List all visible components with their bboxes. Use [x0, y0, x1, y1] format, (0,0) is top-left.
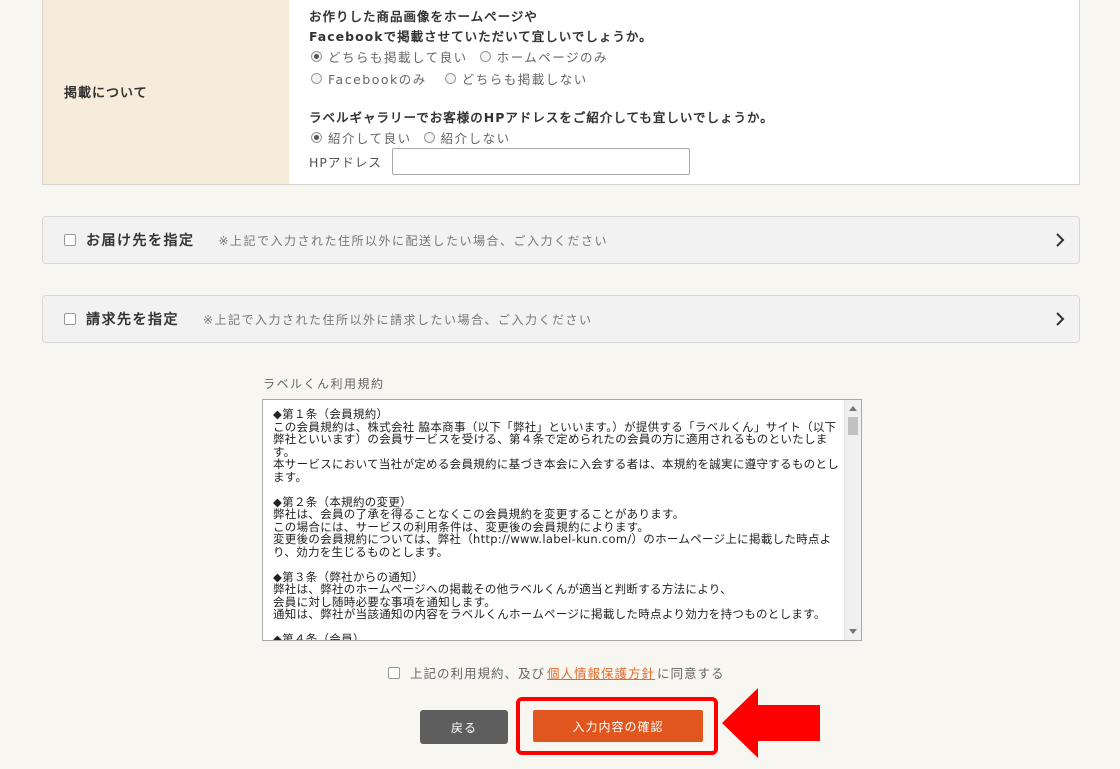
radio-facebook-only[interactable]	[311, 73, 322, 84]
hp-address-row: HPアドレス	[309, 148, 690, 175]
question-1-options-row-2: Facebookのみ どちらも掲載しない	[311, 69, 600, 88]
radio-introduce-no[interactable]	[423, 132, 435, 143]
billing-accordion[interactable]: 請求先を指定 ※上記で入力された住所以外に請求したい場合、ご入力ください	[42, 295, 1080, 343]
terms-article-1-text-1: この会員規約は、株式会社 脇本商事（以下「弊社」といいます。）が提供する「ラベル…	[273, 419, 837, 459]
question-2-options: 紹介して良い 紹介しない	[311, 128, 523, 147]
hp-address-label: HPアドレス	[309, 155, 382, 170]
radio-homepage-only[interactable]	[479, 51, 491, 62]
radio-both-no[interactable]	[444, 73, 456, 84]
privacy-policy-link[interactable]: 個人情報保護方針	[547, 663, 655, 682]
terms-article-4-heading: ◆第４条（会員）	[273, 632, 365, 641]
terms-article-1-text-2: 本サービスにおいて当社が定める会員規約に基づき本会に入会する者は、本規約を誠実に…	[273, 457, 840, 484]
option-introduce-ok[interactable]: 紹介して良い	[311, 128, 412, 147]
terms-scrollbar[interactable]	[844, 400, 861, 640]
option-facebook-only-label: Facebookのみ	[328, 72, 427, 87]
delivery-note: ※上記で入力された住所以外に配送したい場合、ご入力ください	[218, 233, 609, 248]
option-both-no[interactable]: どちらも掲載しない	[444, 69, 588, 88]
delivery-checkbox[interactable]	[64, 234, 76, 246]
option-homepage-only-label: ホームページのみ	[496, 50, 609, 65]
question-1-line-2: Facebookで掲載させていただいて宜しいでしょうか。	[309, 29, 653, 44]
terms-textarea[interactable]: ◆第１条（会員規約） この会員規約は、株式会社 脇本商事（以下「弊社」といいます…	[262, 399, 862, 641]
agree-text-before: 上記の利用規約、及び	[410, 666, 546, 681]
scroll-down-icon[interactable]	[849, 629, 857, 634]
terms-label: ラベルくん利用規約	[263, 377, 385, 391]
scroll-thumb[interactable]	[848, 417, 858, 435]
posting-content: お作りした商品画像をホームページや Facebookで掲載させていただいて宜しい…	[309, 0, 1079, 184]
chevron-right-icon[interactable]	[1055, 232, 1065, 248]
option-facebook-only[interactable]: Facebookのみ	[311, 69, 427, 88]
confirm-button[interactable]: 入力内容の確認	[533, 710, 703, 742]
delivery-accordion[interactable]: お届け先を指定 ※上記で入力された住所以外に配送したい場合、ご入力ください	[42, 216, 1080, 264]
radio-introduce-ok[interactable]	[311, 132, 322, 143]
radio-both-ok[interactable]	[311, 51, 322, 62]
question-2: ラベルギャラリーでお客様のHPアドレスをご紹介しても宜しいでしょうか。	[309, 110, 774, 125]
option-introduce-ok-label: 紹介して良い	[328, 131, 412, 146]
red-arrow-icon	[722, 688, 820, 758]
option-homepage-only[interactable]: ホームページのみ	[479, 47, 609, 66]
billing-title: 請求先を指定	[86, 312, 179, 328]
option-introduce-no-label: 紹介しない	[440, 131, 511, 146]
terms-text: ◆第１条（会員規約） この会員規約は、株式会社 脇本商事（以下「弊社」といいます…	[273, 408, 841, 641]
question-1-options-row-1: どちらも掲載して良い ホームページのみ	[311, 47, 620, 66]
option-introduce-no[interactable]: 紹介しない	[423, 128, 511, 147]
agree-row: 上記の利用規約、及び 個人情報保護方針 に同意する	[388, 663, 725, 682]
posting-label: 掲載について	[43, 0, 289, 184]
scroll-up-icon[interactable]	[849, 406, 857, 411]
option-both-ok[interactable]: どちらも掲載して良い	[311, 47, 468, 66]
question-1-line-1: お作りした商品画像をホームページや	[309, 9, 538, 24]
agree-checkbox[interactable]	[388, 666, 400, 679]
option-both-no-label: どちらも掲載しない	[461, 72, 588, 87]
billing-note: ※上記で入力された住所以外に請求したい場合、ご入力ください	[203, 312, 593, 327]
terms-article-2-text-3: 変更後の会員規約については、弊社（http://www.label-kun.co…	[273, 532, 832, 559]
chevron-right-icon[interactable]	[1055, 311, 1065, 327]
option-both-ok-label: どちらも掲載して良い	[328, 50, 468, 65]
terms-article-3-text-3: 通知は、弊社が当該通知の内容をラベルくんホームページに掲載した時点より効力を持つ…	[273, 607, 826, 621]
hp-address-input[interactable]	[391, 148, 690, 175]
billing-checkbox[interactable]	[64, 313, 76, 325]
agree-text-after: に同意する	[657, 666, 725, 681]
posting-section: 掲載について お作りした商品画像をホームページや Facebookで掲載させてい…	[42, 0, 1080, 185]
back-button[interactable]: 戻る	[420, 710, 508, 744]
delivery-title: お届け先を指定	[86, 233, 195, 249]
